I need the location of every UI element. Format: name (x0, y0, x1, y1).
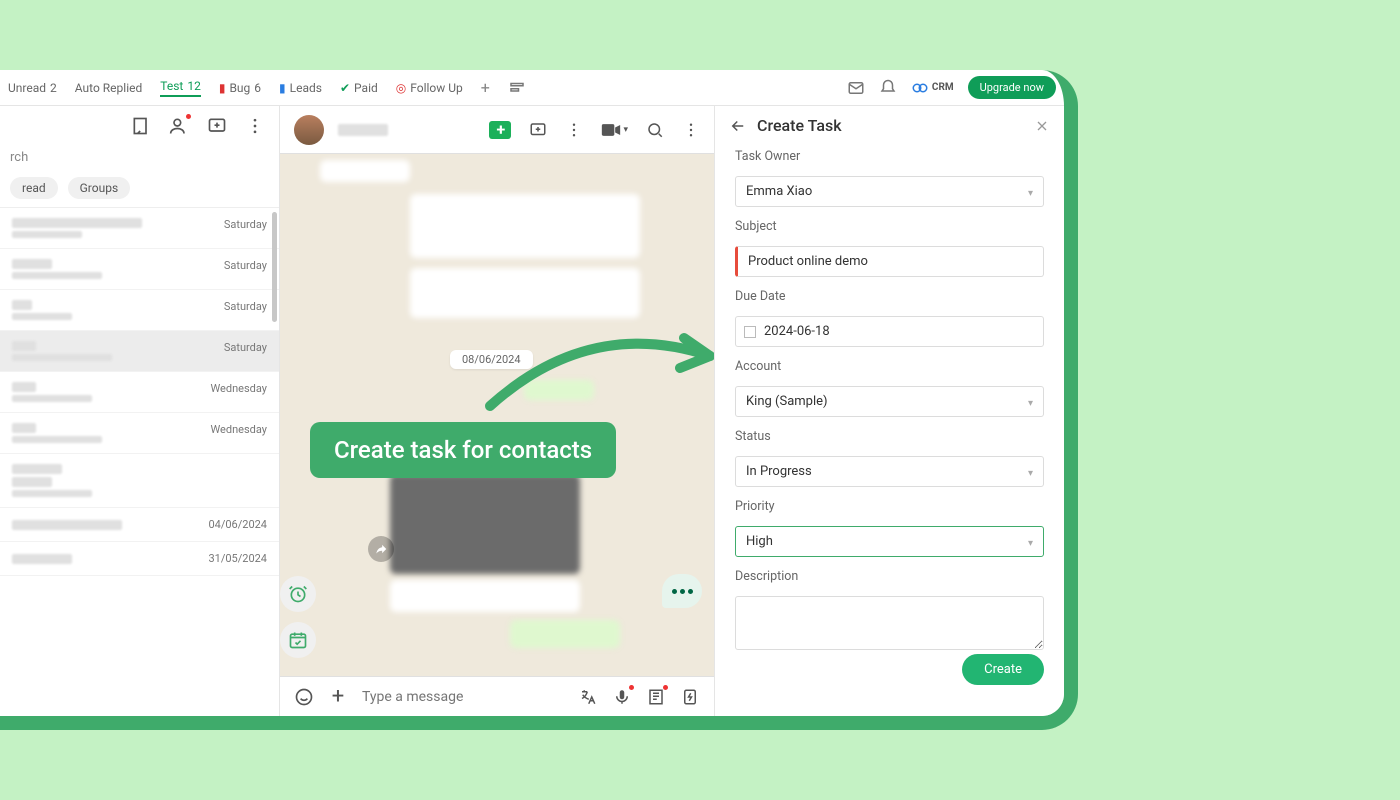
add-contact-icon[interactable] (169, 116, 189, 136)
conv-date: Wednesday (210, 382, 267, 395)
due-date-input[interactable]: 2024-06-18 (735, 316, 1044, 347)
account-label: Account (735, 359, 1044, 374)
calendar-icon[interactable] (280, 622, 316, 658)
account-select[interactable]: King (Sample)▾ (735, 386, 1044, 417)
bell-icon[interactable] (879, 79, 897, 97)
tab-auto-replied[interactable]: Auto Replied (75, 81, 142, 95)
translate-icon[interactable] (578, 687, 598, 707)
mail-icon[interactable] (847, 79, 865, 97)
quick-reply-icon[interactable] (680, 687, 700, 707)
attach-icon[interactable]: + (328, 687, 348, 707)
tab-test[interactable]: Test 12 (160, 79, 201, 97)
conv-date: Saturday (224, 218, 267, 231)
description-input[interactable] (735, 596, 1044, 650)
tab-unread[interactable]: Unread 2 (8, 81, 57, 95)
conv-date: Saturday (224, 300, 267, 313)
app-window: Unread 2 Auto Replied Test 12 ▮Bug 6 ▮Le… (0, 70, 1078, 730)
task-owner-label: Task Owner (735, 149, 1044, 164)
close-icon[interactable] (1034, 118, 1050, 134)
contact-avatar[interactable] (294, 115, 324, 145)
list-item[interactable] (0, 454, 279, 508)
panel-title: Create Task (757, 116, 842, 135)
list-item[interactable]: 31/05/2024 (0, 542, 279, 576)
list-item[interactable]: 04/06/2024 (0, 508, 279, 542)
list-item[interactable]: Wednesday (0, 372, 279, 413)
template-icon[interactable] (646, 687, 666, 707)
add-panel-icon[interactable] (529, 121, 547, 139)
description-label: Description (735, 569, 1044, 584)
create-task-panel: Create Task Task Owner Emma Xiao▾ Subjec… (714, 106, 1064, 716)
conv-date: 04/06/2024 (208, 518, 267, 531)
add-action-icon[interactable] (489, 121, 511, 139)
list-item[interactable]: Saturday (0, 331, 279, 372)
scrollbar-thumb[interactable] (272, 212, 277, 322)
more-icon[interactable] (245, 116, 265, 136)
list-item[interactable]: Wednesday (0, 413, 279, 454)
date-separator: 08/06/2024 (450, 350, 533, 369)
list-item[interactable]: Saturday (0, 208, 279, 249)
chat-pane: ▾ 08/06/2024 Create task for contacts (280, 106, 714, 716)
back-icon[interactable] (729, 117, 747, 135)
subject-input[interactable]: Product online demo (735, 246, 1044, 277)
tab-paid[interactable]: ✔Paid (340, 81, 378, 95)
top-tab-bar: Unread 2 Auto Replied Test 12 ▮Bug 6 ▮Le… (0, 70, 1064, 106)
list-item[interactable]: Saturday (0, 249, 279, 290)
due-date-label: Due Date (735, 289, 1044, 304)
task-owner-select[interactable]: Emma Xiao▾ (735, 176, 1044, 207)
bot-indicator-icon[interactable] (662, 574, 702, 608)
mic-icon[interactable] (612, 687, 632, 707)
tab-leads[interactable]: ▮Leads (279, 81, 322, 95)
new-note-icon[interactable] (131, 116, 151, 136)
message-input[interactable] (362, 689, 564, 705)
add-tab-button[interactable]: + (481, 78, 490, 97)
forward-icon[interactable] (368, 536, 394, 562)
video-call-icon[interactable]: ▾ (601, 123, 628, 137)
filter-read[interactable]: read (10, 177, 58, 199)
conv-date: Saturday (224, 341, 267, 354)
upgrade-button[interactable]: Upgrade now (968, 76, 1056, 99)
status-select[interactable]: In Progress▾ (735, 456, 1044, 487)
annotation-arrow-icon (480, 326, 714, 416)
conversation-list-pane: rch read Groups Saturday Saturday Saturd… (0, 106, 280, 716)
priority-label: Priority (735, 499, 1044, 514)
reminder-icon[interactable] (280, 576, 316, 612)
conv-date: 31/05/2024 (208, 552, 267, 565)
search-input[interactable]: rch (0, 146, 279, 169)
priority-select[interactable]: High▾ (735, 526, 1044, 557)
status-label: Status (735, 429, 1044, 444)
annotation-callout: Create task for contacts (310, 422, 616, 478)
create-button[interactable]: Create (962, 654, 1044, 685)
chat-more-icon[interactable] (565, 121, 583, 139)
tab-follow-up[interactable]: ◎Follow Up (396, 81, 463, 95)
add-window-icon[interactable] (207, 116, 227, 136)
conv-date: Wednesday (210, 423, 267, 436)
crm-icon[interactable]: CRM (911, 79, 954, 97)
emoji-icon[interactable] (294, 687, 314, 707)
search-icon[interactable] (646, 121, 664, 139)
tab-settings-icon[interactable] (508, 79, 526, 97)
list-item[interactable]: Saturday (0, 290, 279, 331)
chat-menu-icon[interactable] (682, 121, 700, 139)
subject-label: Subject (735, 219, 1044, 234)
conv-date: Saturday (224, 259, 267, 272)
tab-bug[interactable]: ▮Bug 6 (219, 81, 261, 95)
filter-groups[interactable]: Groups (68, 177, 131, 199)
